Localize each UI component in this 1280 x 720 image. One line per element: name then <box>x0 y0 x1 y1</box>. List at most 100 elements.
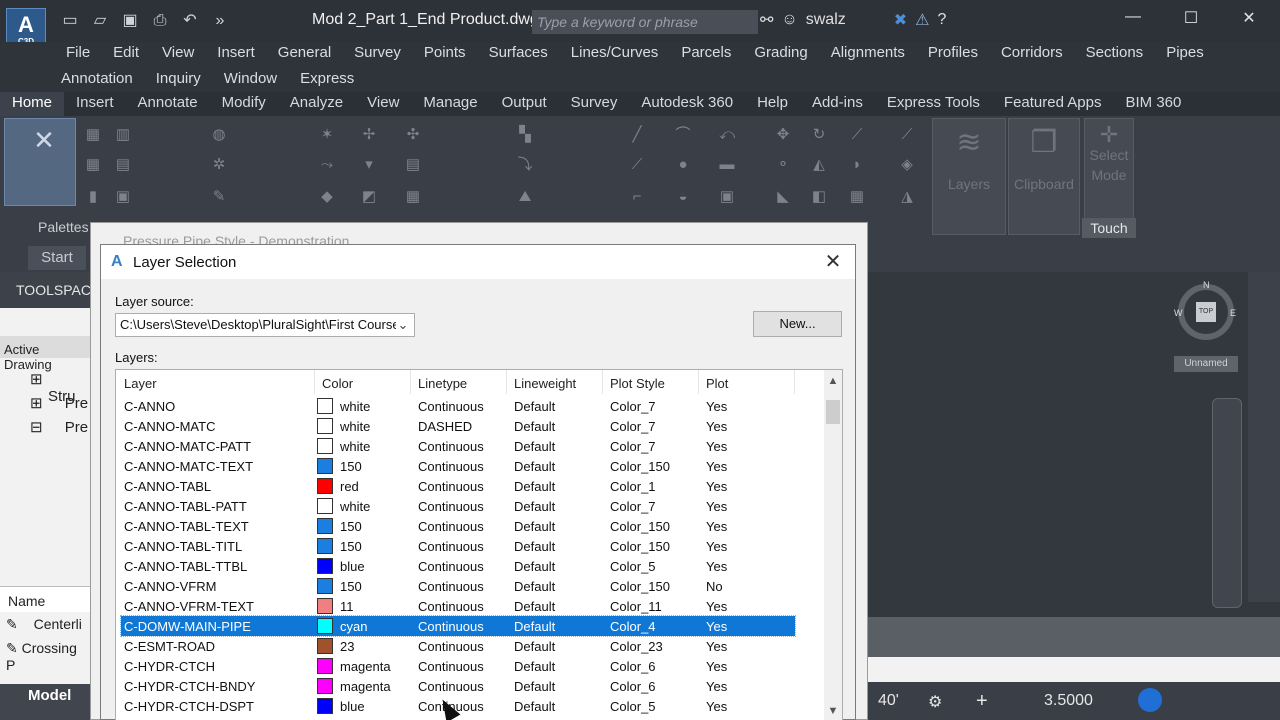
draw-icon[interactable]: ⤺ <box>718 126 736 144</box>
create-icon[interactable]: ◆ <box>318 188 336 206</box>
modify-icon[interactable]: ↻ <box>810 126 828 144</box>
start-tab[interactable]: Start <box>28 246 86 270</box>
palettes-button[interactable]: ✕ <box>4 118 76 206</box>
minimize-icon[interactable]: — <box>1118 8 1148 26</box>
ribbon-tab[interactable]: Home <box>0 92 65 116</box>
exchange-icon[interactable]: ✖ <box>894 10 907 30</box>
table-row[interactable]: C-ANNO-MATC white DASHED Default Color_7 Yes <box>121 416 795 436</box>
menu-item[interactable]: Profiles <box>928 44 978 61</box>
create-icon[interactable]: ▦ <box>404 188 422 206</box>
modify-icon[interactable]: ◗ <box>848 156 866 174</box>
ribbon-tab[interactable]: BIM 360 <box>1114 92 1194 116</box>
menu-item[interactable]: Parcels <box>681 44 731 61</box>
menu-item[interactable]: Lines/Curves <box>571 44 659 61</box>
ribbon-tab[interactable]: Manage <box>411 92 489 116</box>
table-row[interactable]: C-ANNO-TABL-TEXT 150 Continuous Default Colo… <box>121 516 795 536</box>
panel-icon[interactable]: ▤ <box>114 156 132 174</box>
panel-icon[interactable]: ▣ <box>114 188 132 206</box>
print-icon[interactable]: ⎙ <box>148 10 172 32</box>
column-divider[interactable] <box>410 370 411 394</box>
list-item[interactable]: ✎ Centerli <box>6 616 82 633</box>
create-icon[interactable]: ◍ <box>210 126 228 144</box>
user-icon[interactable]: ☺ <box>781 11 797 29</box>
menu-item[interactable]: Surfaces <box>489 44 548 61</box>
draw-icon[interactable]: ⌐ <box>628 188 646 206</box>
open-icon[interactable]: ▱ <box>88 10 112 32</box>
new-button[interactable]: New... <box>753 311 842 337</box>
create-icon[interactable]: ✎ <box>210 188 228 206</box>
ribbon-tab[interactable]: Help <box>745 92 800 116</box>
close-icon[interactable]: ✕ <box>821 250 845 274</box>
plus-icon[interactable]: + <box>976 690 988 713</box>
tree-item[interactable]: ⊟ Pre <box>30 418 88 436</box>
menu-item[interactable]: Grading <box>754 44 807 61</box>
profile-icon[interactable]: ▚ <box>516 126 534 144</box>
table-row[interactable]: C-ANNO-TABL red Continuous Default Color_1 Ye… <box>121 476 795 496</box>
ribbon-tab[interactable]: Output <box>490 92 559 116</box>
more-icon[interactable]: » <box>208 10 232 32</box>
menu-item[interactable]: Sections <box>1086 44 1144 61</box>
modify-icon[interactable]: ◭ <box>810 156 828 174</box>
close-icon[interactable]: ✕ <box>1234 8 1264 28</box>
search-input[interactable]: Type a keyword or phrase <box>532 10 758 34</box>
panel-icon[interactable]: ▮ <box>84 188 102 206</box>
create-icon[interactable]: ▤ <box>404 156 422 174</box>
modify-icon[interactable]: ⟋ <box>898 126 916 144</box>
ribbon-tab[interactable]: Autodesk 360 <box>629 92 745 116</box>
table-row[interactable]: C-ANNO-MATC-TEXT 150 Continuous Default Colo… <box>121 456 795 476</box>
new-icon[interactable]: ▭ <box>58 10 82 32</box>
column-header-layer[interactable]: Layer <box>124 376 157 391</box>
modify-icon[interactable]: ◧ <box>810 188 828 206</box>
table-row[interactable]: C-ANNO-VFRM 150 Continuous Default Color_150… <box>121 576 795 596</box>
ucs-menu[interactable]: Unnamed <box>1174 356 1238 372</box>
menu-item[interactable]: Points <box>424 44 466 61</box>
scroll-up-icon[interactable]: ▲ <box>824 372 842 390</box>
create-icon[interactable]: ⤳ <box>318 156 336 174</box>
column-divider[interactable] <box>602 370 603 394</box>
column-divider[interactable] <box>794 370 795 394</box>
column-divider[interactable] <box>506 370 507 394</box>
ribbon-tab[interactable]: Add-ins <box>800 92 875 116</box>
create-icon[interactable]: ✲ <box>210 156 228 174</box>
connect-icon[interactable]: ⚠ <box>915 10 929 30</box>
modify-icon[interactable]: ◣ <box>774 188 792 206</box>
panel-icon[interactable]: ▥ <box>114 126 132 144</box>
isolate-icon[interactable] <box>1138 688 1162 712</box>
menu-item[interactable]: Insert <box>217 44 255 61</box>
model-tab[interactable]: Model <box>0 684 90 720</box>
draw-icon[interactable]: ⟋ <box>628 156 646 174</box>
create-icon[interactable]: ✶ <box>318 126 336 144</box>
ribbon-tab[interactable]: View <box>355 92 411 116</box>
layers-button[interactable]: ≋ Layers <box>932 118 1006 235</box>
table-row[interactable]: C-ANNO-VFRM-TEXT 11 Continuous Default Color… <box>121 596 795 616</box>
modify-icon[interactable]: ⚬ <box>774 156 792 174</box>
profile-icon[interactable]: ⤵ <box>516 156 534 174</box>
table-row[interactable]: C-ANNO-TABL-PATT white Continuous Default Co… <box>121 496 795 516</box>
status-value[interactable]: 3.5000 <box>1044 692 1093 710</box>
draw-icon[interactable]: ◒ <box>674 188 692 206</box>
table-row[interactable]: C-ANNO white Continuous Default Color_7 Yes <box>121 396 795 416</box>
ribbon-tab[interactable]: Insert <box>64 92 126 116</box>
ribbon-tab[interactable]: Annotate <box>126 92 210 116</box>
table-row[interactable]: C-ANNO-TABL-TTBL blue Continuous Default Col… <box>121 556 795 576</box>
scale-value[interactable]: 40' <box>878 692 899 710</box>
menu-item[interactable]: Alignments <box>831 44 905 61</box>
menu-item[interactable]: Inquiry <box>156 70 201 87</box>
active-drawing-tab[interactable]: Active Drawing <box>0 336 90 372</box>
create-icon[interactable]: ▾ <box>360 156 378 174</box>
tree-item[interactable]: ⊞ Pre <box>30 394 88 412</box>
menu-item[interactable]: Survey <box>354 44 401 61</box>
table-row[interactable]: C-ESMT-ROAD 23 Continuous Default Color_23 Ye… <box>121 636 795 656</box>
menu-item[interactable]: Express <box>300 70 354 87</box>
ribbon-tab[interactable]: Modify <box>210 92 278 116</box>
draw-icon[interactable]: ▣ <box>718 188 736 206</box>
drawing-area[interactable]: TOP N W E Unnamed <box>868 272 1280 617</box>
draw-icon[interactable]: ⌒ <box>674 126 692 144</box>
column-header-plot-style[interactable]: Plot Style <box>610 376 665 391</box>
ribbon-tab[interactable]: Survey <box>559 92 630 116</box>
panel-icon[interactable]: ▦ <box>84 126 102 144</box>
gear-icon[interactable]: ⚙ <box>928 692 942 712</box>
menu-item[interactable]: Edit <box>113 44 139 61</box>
panel-icon[interactable]: ▦ <box>84 156 102 174</box>
column-divider[interactable] <box>314 370 315 394</box>
